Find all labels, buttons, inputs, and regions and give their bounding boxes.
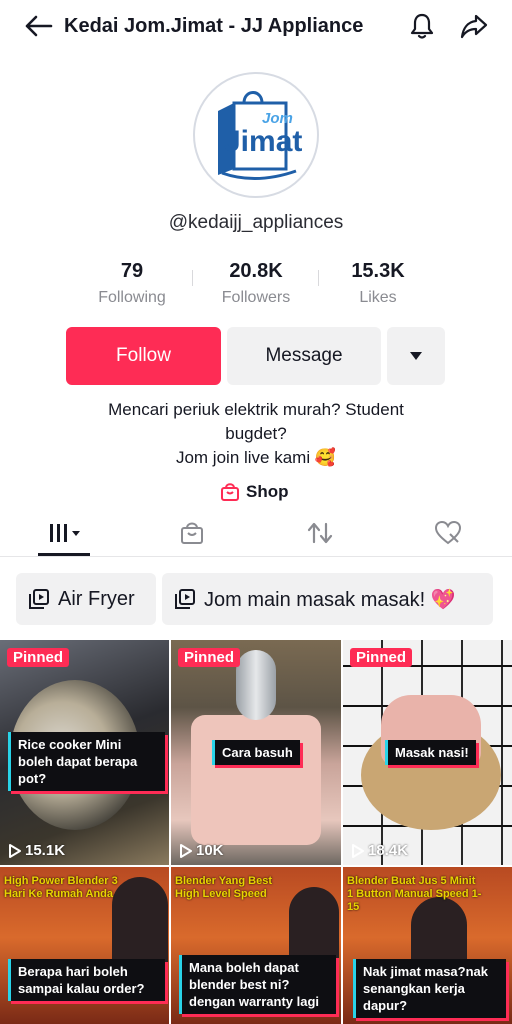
video-overlay-text: Blender Yang Best High Level Speed <box>175 875 272 900</box>
divider <box>192 270 193 286</box>
shop-bag-icon <box>181 522 203 544</box>
back-arrow-icon <box>25 15 53 37</box>
notification-button[interactable] <box>404 8 440 44</box>
video-caption: Cara basuh <box>212 740 300 765</box>
video-overlay-text: Blender Buat Jus 5 Minit 1 Button Manual… <box>347 875 482 913</box>
page-title: Kedai Jom.Jimat - JJ Appliance <box>64 15 364 37</box>
video-overlay-text: High Power Blender 3 Hari Ke Rumah Anda <box>4 875 118 900</box>
playlist-label: Air Fryer <box>58 587 135 610</box>
shop-link[interactable]: Shop <box>220 482 289 502</box>
view-count-value: 10K <box>196 842 224 859</box>
stat-value: 15.3K <box>351 260 405 282</box>
tab-shop[interactable] <box>170 516 214 550</box>
svg-text:Jimat: Jimat <box>224 125 302 158</box>
playlist-icon <box>175 589 195 609</box>
pinned-badge: Pinned <box>7 648 70 667</box>
video-caption: Mana boleh dapat blender best ni?dengan … <box>179 955 336 1014</box>
jom-jimat-logo-icon: Jom Jimat <box>218 91 302 181</box>
stat-value: 79 <box>120 260 144 282</box>
video-tile[interactable]: Pinned Rice cooker Mini boleh dapat bera… <box>0 640 169 865</box>
content-tabs <box>0 512 512 557</box>
playlist-icon <box>29 589 49 609</box>
repost-icon <box>307 522 333 544</box>
share-icon <box>460 14 488 39</box>
share-button[interactable] <box>456 8 492 44</box>
pinned-badge: Pinned <box>178 648 241 667</box>
shopping-bag-icon <box>221 483 239 501</box>
video-caption: Nak jimat masa?nak senangkan kerja dapur… <box>353 959 506 1018</box>
grid-icon <box>50 524 80 542</box>
more-options-button[interactable] <box>387 327 445 385</box>
follow-button[interactable]: Follow <box>66 327 221 385</box>
play-icon <box>9 843 21 858</box>
view-count: 18.4K <box>351 842 408 859</box>
view-count: 10K <box>179 842 224 859</box>
video-tile[interactable]: Pinned Cara basuh 10K <box>171 640 341 865</box>
bio-line: bugdet? <box>225 424 287 443</box>
video-tile[interactable]: Blender Buat Jus 5 Minit 1 Button Manual… <box>343 867 512 1024</box>
tab-liked[interactable] <box>426 516 470 550</box>
playlist-chip[interactable]: Air Fryer <box>16 573 156 625</box>
caret-down-icon <box>410 352 422 360</box>
back-button[interactable] <box>18 10 58 42</box>
tab-reposts[interactable] <box>298 516 342 550</box>
tab-videos[interactable] <box>38 516 94 550</box>
view-count: 15.1K <box>8 842 65 859</box>
stat-label: Following <box>98 289 166 306</box>
stat-value: 20.8K <box>229 260 283 282</box>
heart-hidden-icon <box>434 520 462 545</box>
bio-line: Mencari periuk elektrik murah? Student <box>108 400 404 419</box>
video-caption: Berapa hari boleh sampai kalau order? <box>8 959 165 1001</box>
profile-handle: @kedaijj_appliances <box>168 212 344 233</box>
play-icon <box>352 843 364 858</box>
playlist-label: Jom main masak masak! 💖 <box>204 588 456 611</box>
pinned-badge: Pinned <box>350 648 413 667</box>
view-count-value: 15.1K <box>25 842 66 859</box>
video-tile[interactable]: Blender Yang Best High Level Speed Mana … <box>171 867 341 1024</box>
stat-label: Followers <box>221 289 291 306</box>
play-icon <box>180 843 192 858</box>
shop-label: Shop <box>246 482 289 501</box>
stat-label: Likes <box>359 289 397 306</box>
video-caption: Rice cooker Mini boleh dapat berapa pot? <box>8 732 165 791</box>
view-count-value: 18.4K <box>368 842 409 859</box>
profile-bio: Mencari periuk elektrik murah? Student b… <box>60 398 452 470</box>
bio-line: Jom join live kami 🥰 <box>175 448 337 467</box>
message-button[interactable]: Message <box>227 327 381 385</box>
video-tile[interactable]: High Power Blender 3 Hari Ke Rumah Anda … <box>0 867 169 1024</box>
profile-avatar[interactable]: Jom Jimat <box>193 72 319 198</box>
bell-icon <box>410 13 434 39</box>
divider <box>318 270 319 286</box>
video-caption: Masak nasi! <box>385 740 476 765</box>
active-tab-indicator <box>38 553 90 556</box>
stat-followers[interactable]: 20.8K Followers <box>200 260 312 307</box>
stat-likes[interactable]: 15.3K Likes <box>328 260 428 307</box>
stat-following[interactable]: 79 Following <box>82 260 182 307</box>
playlist-chip[interactable]: Jom main masak masak! 💖 <box>162 573 493 625</box>
video-tile[interactable]: Pinned Masak nasi! 18.4K <box>343 640 512 865</box>
